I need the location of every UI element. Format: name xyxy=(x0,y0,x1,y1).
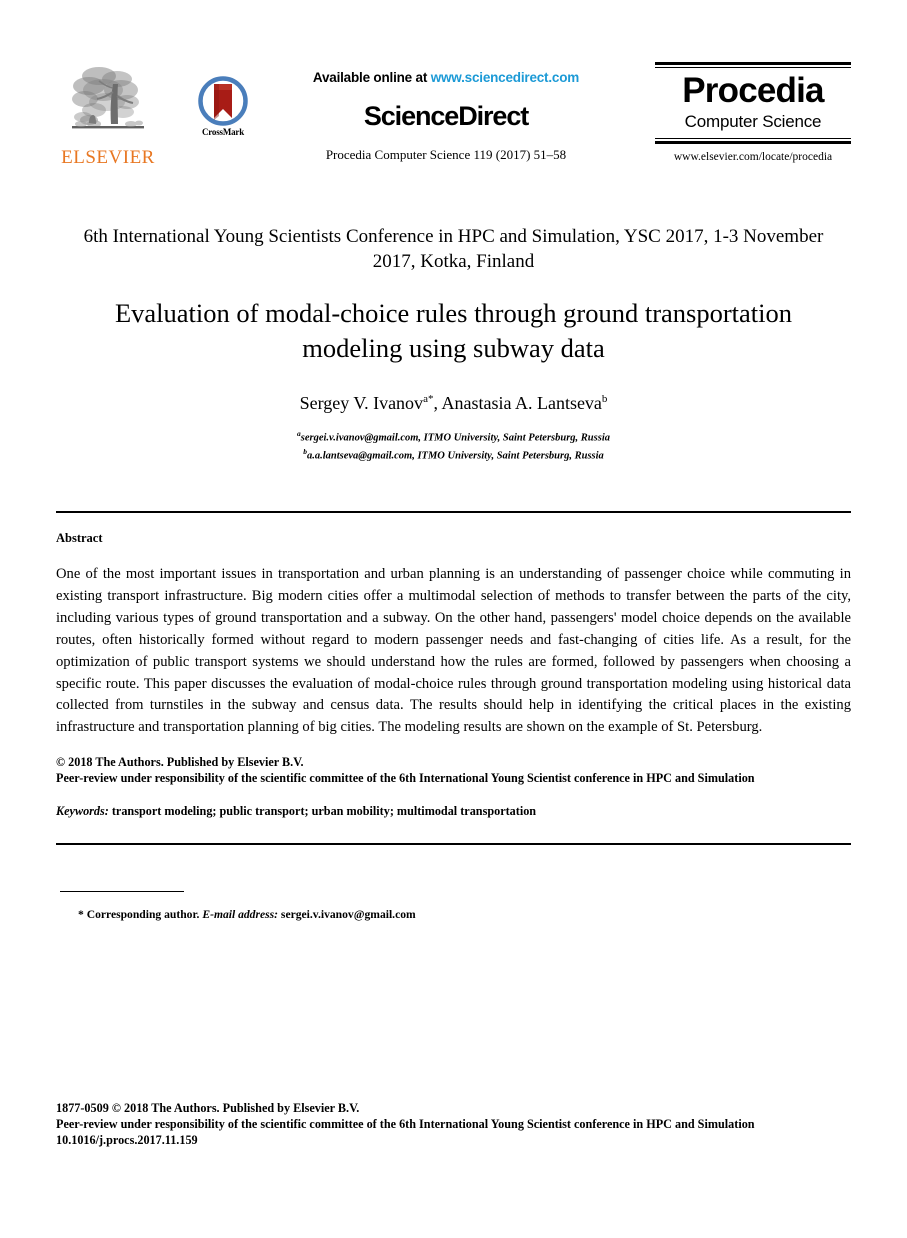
procedia-url[interactable]: www.elsevier.com/locate/procedia xyxy=(655,151,851,163)
author-name-2: Anastasia A. Lantseva xyxy=(441,392,602,413)
available-online-line: Available online at www.sciencedirect.co… xyxy=(246,70,646,85)
affiliation-item: asergei.v.ivanov@gmail.com, ITMO Univers… xyxy=(56,428,851,446)
abstract-heading: Abstract xyxy=(56,531,103,546)
journal-citation: Procedia Computer Science 119 (2017) 51–… xyxy=(325,147,567,162)
procedia-logo-box: Procedia Computer Science xyxy=(655,62,851,145)
masthead: ELSEVIER CrossMark Available online at w… xyxy=(56,62,851,212)
sciencedirect-wordmark: ScienceDirect xyxy=(363,101,529,131)
author-marks-2: b xyxy=(601,392,608,405)
elsevier-wordmark: ELSEVIER xyxy=(61,147,155,168)
abstract-bottom-divider xyxy=(56,842,851,845)
page-footer: 1877-0509 © 2018 The Authors. Published … xyxy=(56,1100,851,1149)
author-name-1: Sergey V. Ivanov xyxy=(299,392,424,413)
crossmark-icon xyxy=(198,76,248,126)
footer-issn-line: 1877-0509 © 2018 The Authors. Published … xyxy=(56,1101,360,1115)
affiliation-list: asergei.v.ivanov@gmail.com, ITMO Univers… xyxy=(56,428,851,465)
footnote-email-label: E-mail address: xyxy=(202,907,279,921)
peer-review-line: Peer-review under responsibility of the … xyxy=(56,771,755,786)
footnote-area: * Corresponding author. E-mail address: … xyxy=(56,890,851,921)
procedia-title: Procedia xyxy=(682,71,824,110)
affiliation-item: ba.a.lantseva@gmail.com, ITMO University… xyxy=(56,446,851,464)
article-first-page: ELSEVIER CrossMark Available online at w… xyxy=(0,0,907,1238)
footnote-divider xyxy=(60,890,184,892)
sciencedirect-block: Available online at www.sciencedirect.co… xyxy=(246,70,646,163)
page-title: Evaluation of modal-choice rules through… xyxy=(114,298,793,364)
elsevier-tree-icon xyxy=(72,67,144,129)
keywords-value: transport modeling; public transport; ur… xyxy=(108,803,537,818)
corresponding-author-footnote: * Corresponding author. E-mail address: … xyxy=(78,908,851,921)
affiliation-text-2: a.a.lantseva@gmail.com, ITMO University,… xyxy=(306,450,604,462)
available-online-prefix: Available online at xyxy=(312,70,431,85)
page-content: ELSEVIER CrossMark Available online at w… xyxy=(56,0,851,921)
keywords-label: Keywords: xyxy=(56,803,109,818)
abstract-body: One of the most important issues in tran… xyxy=(56,566,851,736)
keywords-line: Keywords: transport modeling; public tra… xyxy=(56,804,851,819)
footer-peer-review-line: Peer-review under responsibility of the … xyxy=(56,1117,755,1132)
footer-doi-line[interactable]: 10.1016/j.procs.2017.11.159 xyxy=(56,1132,851,1148)
abstract-top-divider xyxy=(56,511,851,514)
sciencedirect-url-link[interactable]: www.sciencedirect.com xyxy=(431,70,580,85)
copyright-line: © 2018 The Authors. Published by Elsevie… xyxy=(56,754,304,769)
author-marks-1: a* xyxy=(423,392,434,405)
elsevier-logo: ELSEVIER xyxy=(60,62,156,167)
procedia-logo-block: Procedia Computer Science www.elsevier.c… xyxy=(655,62,851,163)
conference-line: 6th International Young Scientists Confe… xyxy=(83,226,824,273)
procedia-subtitle: Computer Science xyxy=(684,111,822,131)
abstract-copyright-block: © 2018 The Authors. Published by Elsevie… xyxy=(56,754,851,787)
footnote-email-value[interactable]: sergei.v.ivanov@gmail.com xyxy=(278,908,416,921)
footnote-corresponding-text: Corresponding author. xyxy=(83,907,203,921)
author-list: Sergey V. Ivanova*, Anastasia A. Lantsev… xyxy=(56,393,851,414)
affiliation-text-1: sergei.v.ivanov@gmail.com, ITMO Universi… xyxy=(300,432,610,444)
